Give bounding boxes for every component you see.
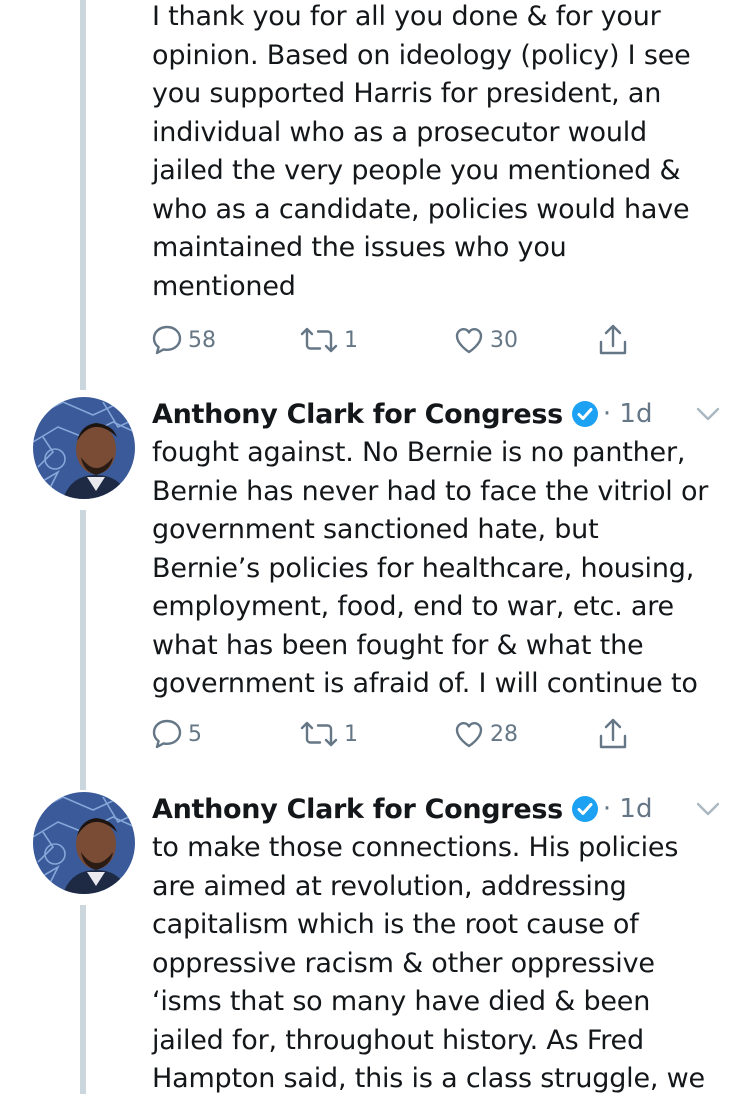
tweet-text-line: jailed for, throughout history. As Fred [152,1024,644,1056]
thread-line [80,0,86,390]
tweet-text-line: are aimed at revolution, addressing [152,870,627,902]
tweet-actions: 58 1 30 [150,320,650,360]
share-icon [596,716,630,752]
tweet-text-line: capitalism which is the root cause of [152,909,639,940]
tweet-actions: 5 1 28 [150,714,650,754]
reply-button[interactable]: 5 [150,714,202,754]
avatar[interactable] [33,792,135,894]
thread-line [80,510,86,790]
retweet-icon [298,717,340,751]
heart-icon [452,717,486,751]
like-button[interactable]: 28 [452,714,518,754]
chevron-down-icon[interactable] [694,404,722,424]
tweet-text-line: government sanctioned hate, but [152,514,599,545]
avatar-photo [33,397,135,499]
avatar[interactable] [33,397,135,499]
tweet-text-line: mentioned [152,270,296,302]
chevron-down-icon[interactable] [694,799,722,819]
tweet-text: fought against. No Bernie is no panther,… [152,434,742,704]
verified-badge-icon [571,795,599,823]
tweet-text-line: maintained the issues who you [152,232,567,263]
tweet-timestamp[interactable]: · 1d [603,399,653,429]
retweet-count: 1 [344,721,358,747]
tweet-text-line: oppressive racism & other oppressive [152,947,655,979]
tweet-text-line: Bernie has never had to face the vitriol… [152,475,709,507]
reply-count: 58 [188,327,216,353]
tweet-text-line: jailed the very people you mentioned & [152,155,681,186]
tweet-text-line: opinion. Based on ideology (policy) I se… [152,39,691,71]
like-count: 28 [490,721,518,747]
retweet-button[interactable]: 1 [298,714,358,754]
author-name[interactable]: Anthony Clark for Congress [152,399,563,430]
tweet-header: Anthony Clark for Congress · 1d [152,790,652,828]
tweet-text-line: government is afraid of. I will continue… [152,668,698,699]
tweet-text-line: to make those connections. His policies [152,832,679,863]
reply-icon [150,717,184,751]
retweet-count: 1 [344,327,358,353]
reply-icon [150,323,184,357]
like-count: 30 [490,327,518,353]
share-button[interactable] [596,714,630,754]
retweet-button[interactable]: 1 [298,320,358,360]
share-icon [596,322,630,358]
tweet-text-line: fought against. No Bernie is no panther, [152,437,686,468]
tweet-text-line: you supported Harris for president, an [152,78,662,109]
tweet-timestamp[interactable]: · 1d [603,794,653,824]
tweet-text-line: Hampton said, this is a class struggle, … [152,1063,705,1094]
reply-button[interactable]: 58 [150,320,216,360]
retweet-icon [298,323,340,357]
tweet-text-line: I thank you for all you done & for your [152,1,661,32]
share-button[interactable] [596,320,630,360]
tweet-text-line: individual who as a prosecutor would [152,116,647,148]
heart-icon [452,323,486,357]
verified-badge-icon [571,400,599,428]
tweet-text-line: who as a candidate, policies would have [152,193,690,225]
author-name[interactable]: Anthony Clark for Congress [152,794,563,825]
tweet-header: Anthony Clark for Congress · 1d [152,395,652,433]
thread-line [80,905,86,1094]
tweet-text: to make those connections. His policies … [152,829,742,1099]
tweet-text: I thank you for all you done & for your … [152,0,742,306]
like-button[interactable]: 30 [452,320,518,360]
reply-count: 5 [188,721,202,747]
tweet-text-line: what has been fought for & what the [152,629,644,661]
avatar-photo [33,792,135,894]
tweet-text-line: ‘isms that so many have died & been [152,986,651,1017]
tweet-text-line: employment, food, end to war, etc. are [152,591,674,622]
tweet-text-line: Bernie’s policies for healthcare, housin… [152,552,695,584]
